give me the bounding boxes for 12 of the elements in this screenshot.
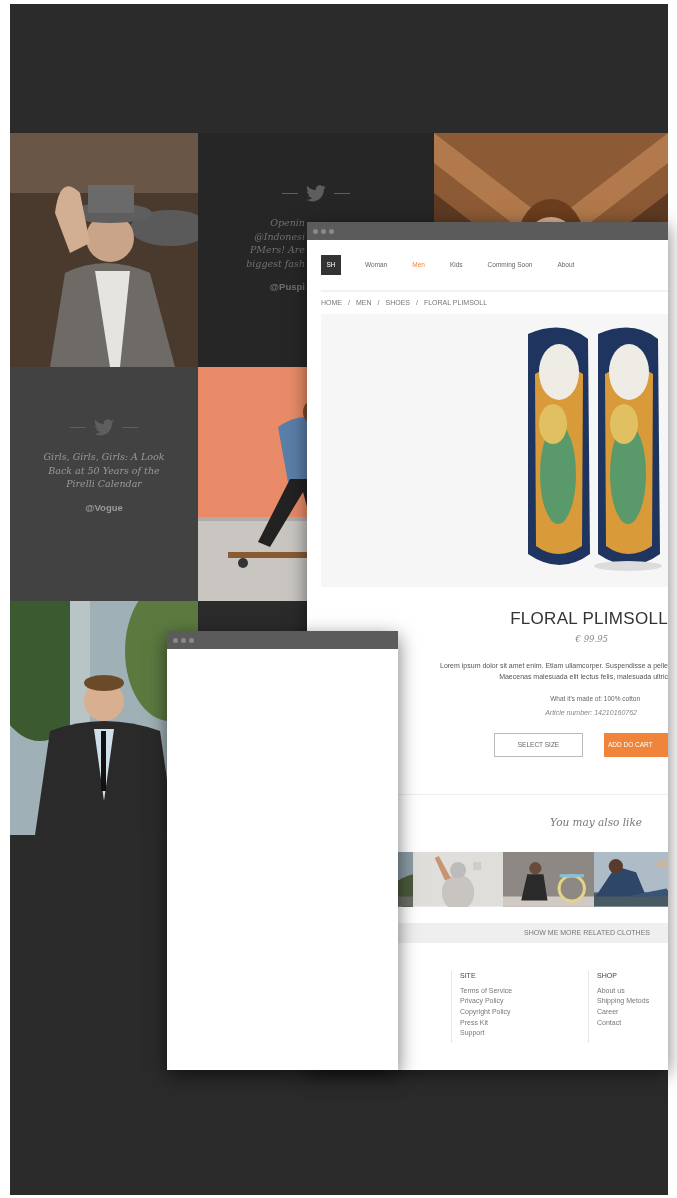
tweet-text: PMers! Are: [248, 243, 305, 257]
section-heading: You may also like: [550, 815, 642, 828]
tweet-text: Back at 50 Years of the: [47, 463, 161, 477]
tweet-text: biggest fash: [245, 256, 305, 270]
tweet-text: Openin: [269, 216, 305, 230]
tweet-text: @Indonesi: [253, 229, 305, 243]
tweet-handle: @Puspi: [269, 281, 305, 292]
product-price: € 99.95: [574, 632, 609, 646]
tweet-handle: @Vogue: [85, 501, 123, 513]
tweet-text: Pirelli Calendar: [65, 477, 143, 491]
tweet-text: Girls, Girls, Girls: A Look: [42, 450, 166, 464]
product-title: FLORAL PLIMSOLL: [509, 608, 668, 629]
